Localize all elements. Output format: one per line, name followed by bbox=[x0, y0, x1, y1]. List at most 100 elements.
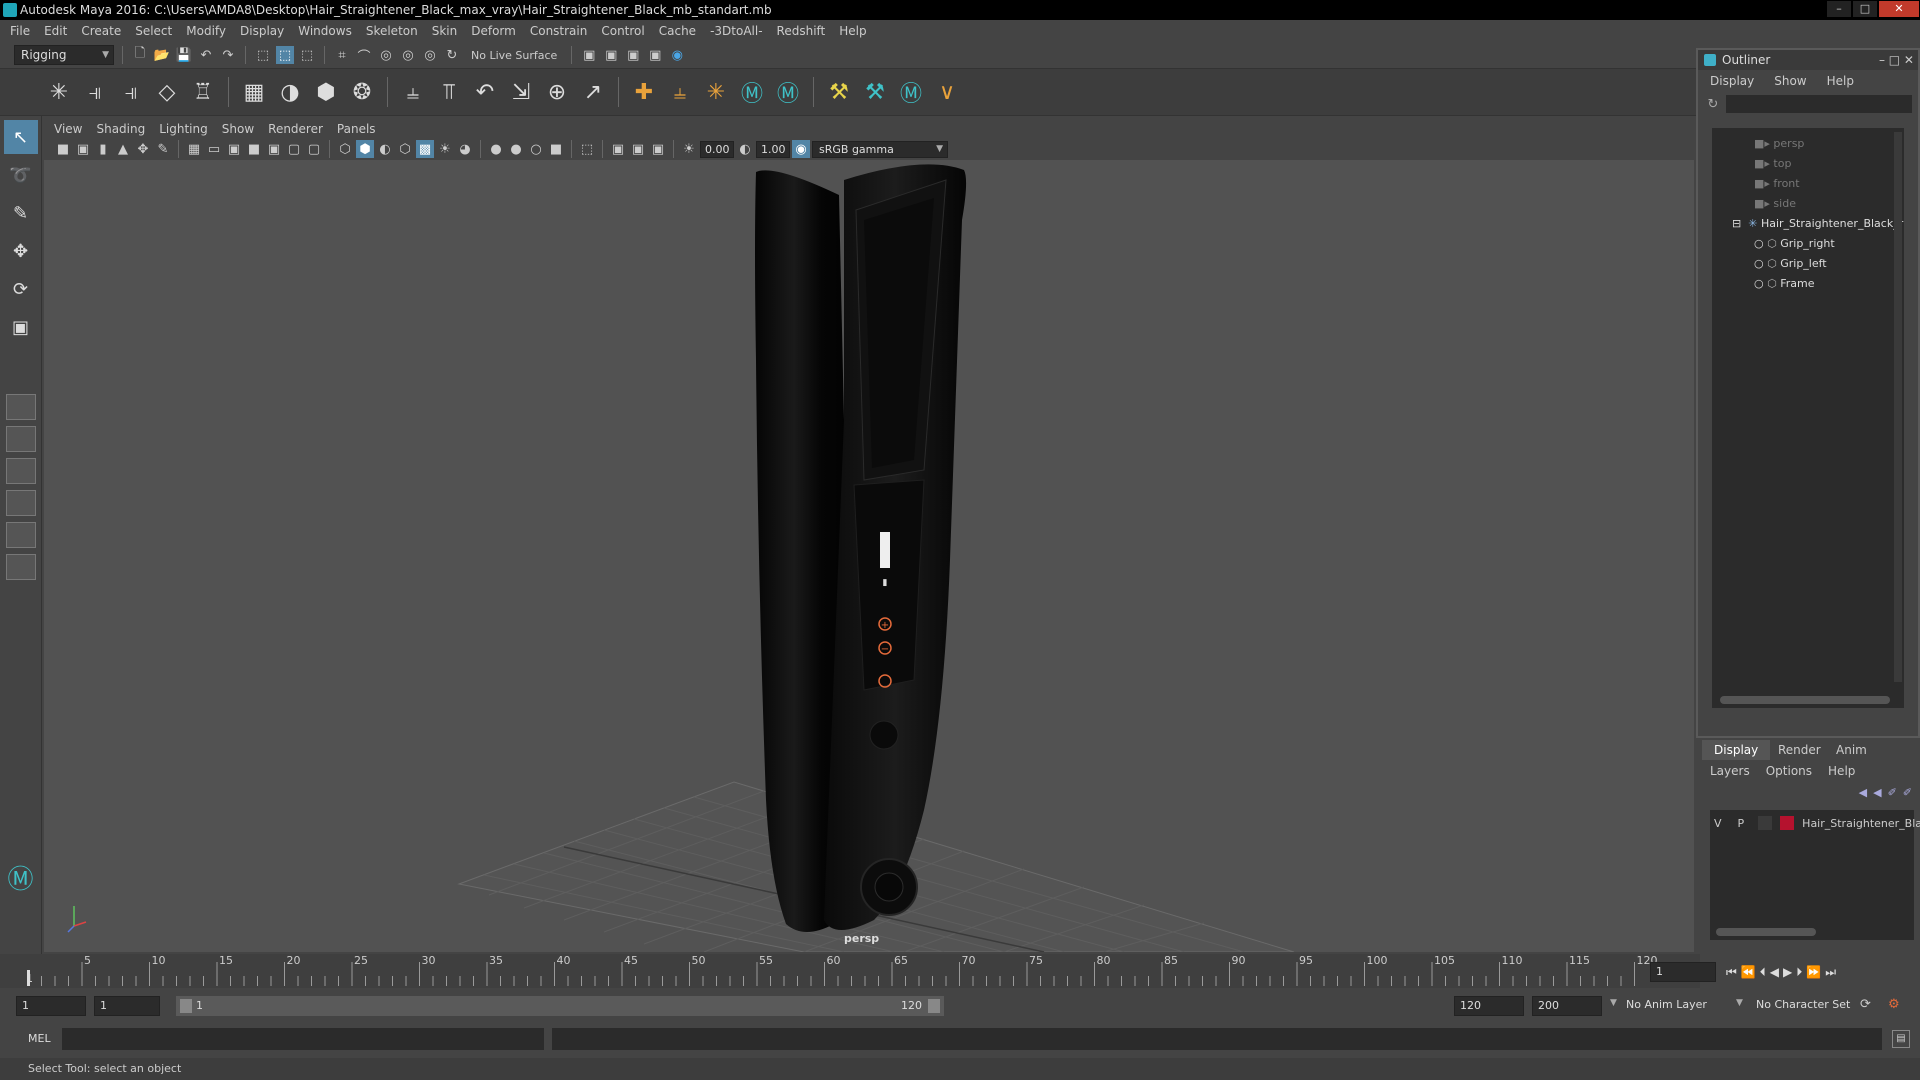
scale-tool-icon[interactable]: ▣ bbox=[4, 310, 38, 344]
exposure-icon[interactable]: ☀ bbox=[680, 140, 698, 158]
paint-weights-icon[interactable]: ⚒ bbox=[824, 76, 854, 108]
2d-pan-zoom-icon[interactable]: ✥ bbox=[134, 140, 152, 158]
move-layer-up-icon[interactable]: ◀ bbox=[1859, 786, 1867, 799]
move-layer-down-icon[interactable]: ◀ bbox=[1873, 786, 1881, 799]
start-time-field[interactable]: 1 bbox=[16, 996, 86, 1016]
undo-icon[interactable]: ↶ bbox=[197, 46, 215, 64]
go-to-end-icon[interactable]: ⏭ bbox=[1825, 965, 1836, 980]
outliner-item-hair-straightener[interactable]: ⊟ ✳ Hair_Straightener_Black_r bbox=[1732, 214, 1903, 234]
range-start-handle[interactable] bbox=[180, 999, 192, 1013]
outliner-vscrollbar[interactable] bbox=[1894, 132, 1902, 682]
range-slider[interactable]: 1 120 bbox=[176, 996, 944, 1016]
new-layer-icon[interactable]: ✐ bbox=[1888, 786, 1897, 799]
outliner-item-frame[interactable]: ○ ⬡ Frame bbox=[1754, 274, 1815, 294]
select-tool-icon[interactable]: ↖ bbox=[3, 120, 38, 154]
grid-toggle-icon[interactable]: ▦ bbox=[185, 140, 203, 158]
panel-menu-panels[interactable]: Panels bbox=[337, 122, 376, 136]
menu-display[interactable]: Display bbox=[240, 24, 284, 38]
grease-pencil-icon[interactable]: ✎ bbox=[154, 140, 172, 158]
select-hierarchy-icon[interactable]: ⬚ bbox=[254, 46, 272, 64]
3dtoall-export-icon[interactable]: Ⓜ bbox=[773, 76, 803, 108]
bookmark-icon[interactable]: ▮ bbox=[94, 140, 112, 158]
outliner-item-grip-left[interactable]: ○ ⬡ Grip_left bbox=[1754, 254, 1827, 274]
xray-icon[interactable]: ▣ bbox=[609, 140, 627, 158]
panel-menu-lighting[interactable]: Lighting bbox=[159, 122, 208, 136]
exposure-field[interactable]: 0.00 bbox=[700, 140, 734, 158]
wireframe-icon[interactable]: ⬡ bbox=[336, 140, 354, 158]
step-forward-key-icon[interactable]: ⏩ bbox=[1806, 965, 1821, 979]
menu-file[interactable]: File bbox=[10, 24, 30, 38]
panel-menu-view[interactable]: View bbox=[54, 122, 82, 136]
joint-tool-icon[interactable]: ✳ bbox=[44, 76, 74, 108]
panel-menu-shading[interactable]: Shading bbox=[96, 122, 145, 136]
preferences-icon[interactable]: ⚙ bbox=[1888, 997, 1900, 1012]
set-driven-key-icon[interactable]: ⫨ bbox=[665, 76, 695, 108]
smooth-shade-icon[interactable]: ⬢ bbox=[356, 140, 374, 158]
play-forwards-icon[interactable]: ▶ bbox=[1783, 965, 1792, 979]
outliner-close-icon[interactable]: – □ ✕ bbox=[1879, 50, 1914, 70]
new-layer-selected-icon[interactable]: ✐ bbox=[1903, 786, 1912, 799]
scale-constraint-icon[interactable]: ⇲ bbox=[506, 76, 536, 108]
expression-icon[interactable]: ✳ bbox=[701, 76, 731, 108]
orient-constraint-icon[interactable]: ↶ bbox=[470, 76, 500, 108]
aim-constraint-icon[interactable]: ⫪ bbox=[434, 76, 464, 108]
go-to-start-icon[interactable]: ⏮ bbox=[1726, 965, 1737, 980]
lasso-tool-icon[interactable]: ➰ bbox=[4, 158, 38, 192]
resolution-gate-icon[interactable]: ▣ bbox=[225, 140, 243, 158]
menu-skin[interactable]: Skin bbox=[432, 24, 458, 38]
outliner-menu-help[interactable]: Help bbox=[1827, 74, 1854, 88]
color-management-icon[interactable]: ◉ bbox=[792, 140, 810, 158]
minimize-icon[interactable]: – bbox=[1827, 1, 1851, 17]
menu-cache[interactable]: Cache bbox=[659, 24, 696, 38]
wrap-icon[interactable]: ⬢ bbox=[311, 76, 341, 108]
ik-handle-icon[interactable]: ⫣ bbox=[80, 76, 110, 108]
current-frame-field[interactable]: 1 bbox=[1650, 962, 1716, 982]
filter-icon[interactable]: ↻ bbox=[1704, 95, 1722, 113]
layer-name[interactable]: Hair_Straightener_Blac bbox=[1802, 817, 1920, 830]
render-settings-icon[interactable]: ▣ bbox=[624, 46, 642, 64]
locator-icon[interactable]: ✚ bbox=[629, 76, 659, 108]
ik-spline-icon[interactable]: ⫣ bbox=[116, 76, 146, 108]
default-material-icon[interactable]: ◐ bbox=[376, 140, 394, 158]
select-component-icon[interactable]: ⬚ bbox=[298, 46, 316, 64]
snap-surface-icon[interactable]: ◎ bbox=[421, 46, 439, 64]
menu-control[interactable]: Control bbox=[601, 24, 644, 38]
snap-point-icon[interactable]: ◎ bbox=[377, 46, 395, 64]
mirror-weights-icon[interactable]: ⚒ bbox=[860, 76, 890, 108]
outliner-item-side[interactable]: ■▸ side bbox=[1754, 194, 1796, 214]
outliner-menu-show[interactable]: Show bbox=[1774, 74, 1806, 88]
safe-action-icon[interactable]: ▢ bbox=[285, 140, 303, 158]
render-frame-icon[interactable]: ▣ bbox=[580, 46, 598, 64]
menu-modify[interactable]: Modify bbox=[186, 24, 226, 38]
anim-layer-chevron-icon[interactable]: ▼ bbox=[1610, 998, 1617, 1008]
range-end-handle[interactable] bbox=[928, 999, 940, 1013]
panel-menu-renderer[interactable]: Renderer bbox=[268, 122, 323, 136]
playback-end-field[interactable]: 120 bbox=[1454, 996, 1524, 1016]
wire-tool-icon[interactable]: ∨ bbox=[932, 76, 962, 108]
motion-blur-icon[interactable]: ● bbox=[507, 140, 525, 158]
char-set-chevron-icon[interactable]: ▼ bbox=[1736, 998, 1743, 1008]
menu-set-dropdown[interactable]: Rigging ▼ bbox=[14, 45, 114, 65]
menu-redshift[interactable]: Redshift bbox=[777, 24, 826, 38]
point-constraint-icon[interactable]: ⫨ bbox=[398, 76, 428, 108]
ipr-render-icon[interactable]: ▣ bbox=[602, 46, 620, 64]
redo-icon[interactable]: ↷ bbox=[219, 46, 237, 64]
snap-curve-icon[interactable]: ⌒ bbox=[355, 46, 373, 65]
outliner-item-persp[interactable]: ■▸ persp bbox=[1754, 134, 1804, 154]
menu-deform[interactable]: Deform bbox=[471, 24, 516, 38]
xray-components-icon[interactable]: ▣ bbox=[649, 140, 667, 158]
maximize-icon[interactable]: □ bbox=[1853, 1, 1877, 17]
render-view-icon[interactable]: ◉ bbox=[668, 46, 686, 64]
layer-hscrollbar[interactable] bbox=[1716, 928, 1816, 936]
camera-attributes-icon[interactable]: ▣ bbox=[74, 140, 92, 158]
layer-display-type[interactable] bbox=[1758, 816, 1773, 830]
layer-menu-layers[interactable]: Layers bbox=[1710, 764, 1750, 778]
screen-space-ao-icon[interactable]: ● bbox=[487, 140, 505, 158]
outliner-hscrollbar[interactable] bbox=[1720, 696, 1890, 704]
anti-aliasing-icon[interactable]: ○ bbox=[527, 140, 545, 158]
layer-menu-options[interactable]: Options bbox=[1766, 764, 1812, 778]
layer-row[interactable]: V P Hair_Straightener_Blac bbox=[1714, 814, 1920, 832]
isolate-select-icon[interactable]: ⬚ bbox=[578, 140, 596, 158]
wireframe-on-shaded-icon[interactable]: ⬡ bbox=[396, 140, 414, 158]
menu-skeleton[interactable]: Skeleton bbox=[366, 24, 418, 38]
